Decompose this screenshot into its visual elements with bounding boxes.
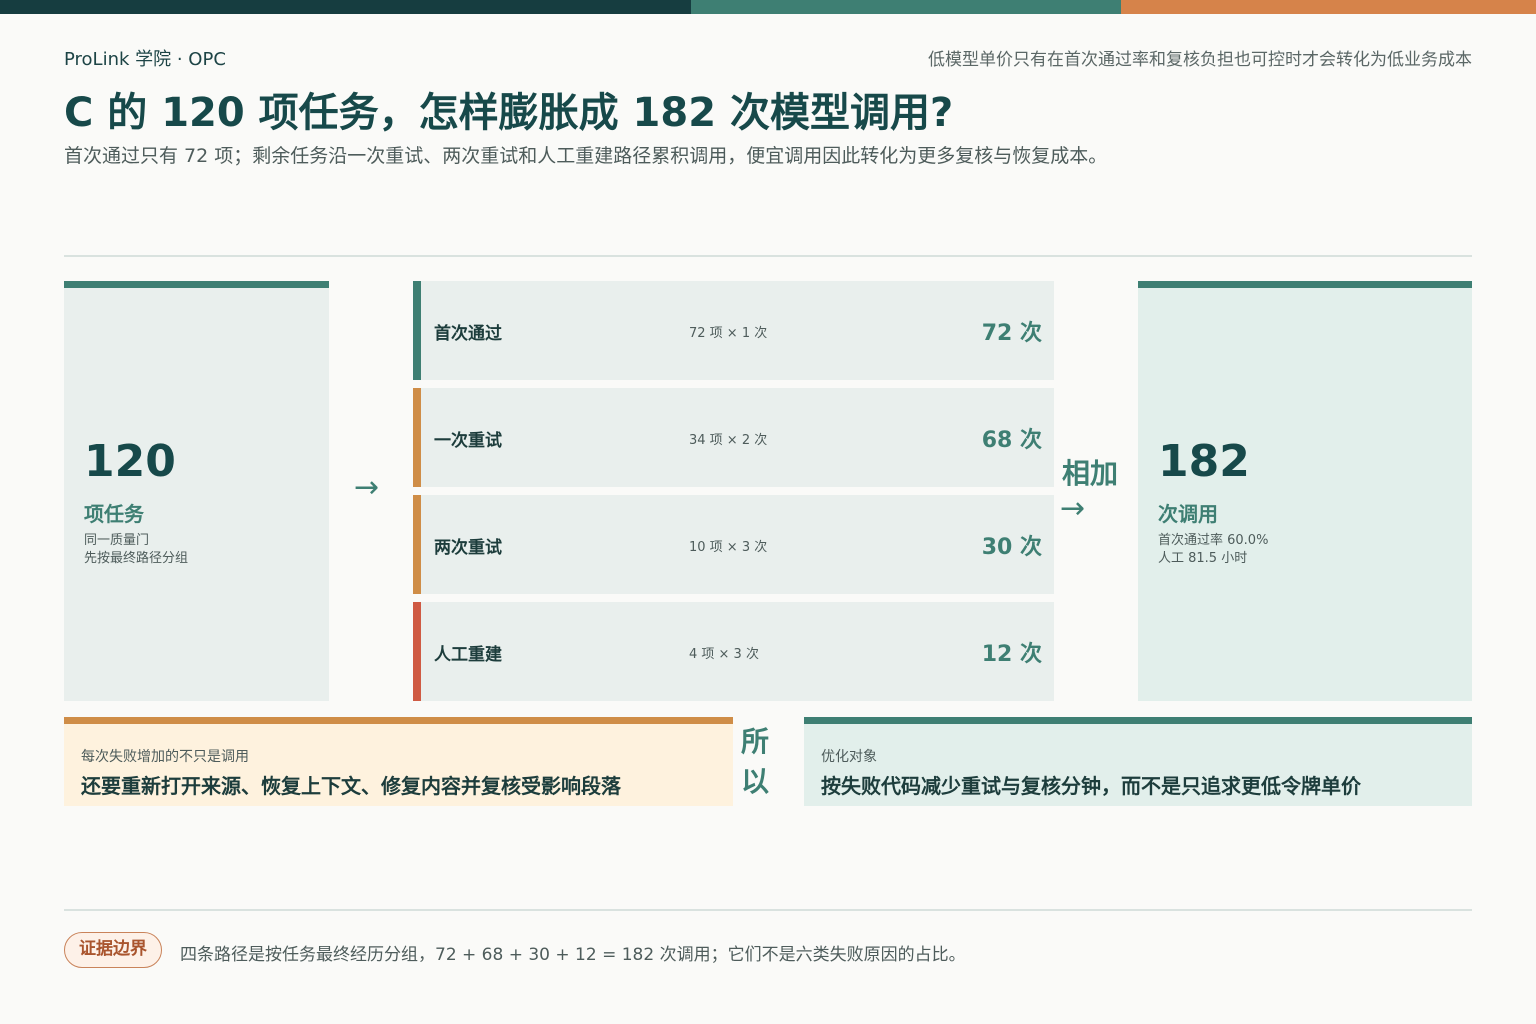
- path-color-bar: [413, 602, 421, 701]
- evidence-boundary-badge: 证据边界: [64, 932, 162, 968]
- page-title: C 的 120 项任务，怎样膨胀成 182 次模型调用?: [64, 90, 954, 136]
- path-color-bar: [413, 281, 421, 380]
- top-accent-bar: [0, 0, 1536, 14]
- output-calls-box: 182 次调用 首次通过率 60.0% 人工 81.5 小时: [1138, 281, 1472, 701]
- therefore-label: 所 以: [740, 722, 770, 802]
- input-note: 同一质量门 先按最终路径分组: [84, 532, 188, 568]
- path-row-two-retries: 两次重试 10 项 × 3 次 30 次: [413, 495, 1054, 594]
- failure-cost-callout: 每次失败增加的不只是调用 还要重新打开来源、恢复上下文、修复内容并复核受影响段落: [64, 717, 733, 806]
- input-unit: 项任务: [84, 502, 144, 526]
- sum-label: 相加: [1062, 457, 1119, 490]
- path-label: 首次通过: [434, 324, 502, 344]
- accent-segment-orange: [1121, 0, 1536, 14]
- tagline: 低模型单价只有在首次通过率和复核负担也可控时才会转化为低业务成本: [928, 50, 1472, 70]
- callout-message: 还要重新打开来源、恢复上下文、修复内容并复核受影响段落: [81, 774, 621, 798]
- path-label: 人工重建: [434, 645, 502, 665]
- callout-kicker: 优化对象: [821, 749, 877, 765]
- arrow-right-icon: →: [1060, 491, 1086, 526]
- path-label: 一次重试: [434, 431, 502, 451]
- path-formula: 34 项 × 2 次: [689, 433, 768, 448]
- brand-label: ProLink 学院 · OPC: [64, 49, 226, 70]
- output-note-line: 首次通过率 60.0%: [1158, 533, 1269, 548]
- path-color-bar: [413, 388, 421, 487]
- therefore-char: 以: [740, 765, 769, 798]
- input-note-line: 同一质量门: [84, 533, 150, 548]
- output-note-line: 人工 81.5 小时: [1158, 551, 1248, 566]
- accent-segment-teal: [691, 0, 1121, 14]
- input-count: 120: [84, 436, 176, 487]
- path-row-manual-rebuild: 人工重建 4 项 × 3 次 12 次: [413, 602, 1054, 701]
- path-formula: 10 项 × 3 次: [689, 540, 768, 555]
- optimization-target-callout: 优化对象 按失败代码减少重试与复核分钟，而不是只追求更低令牌单价: [804, 717, 1472, 806]
- output-count: 182: [1158, 436, 1250, 487]
- output-unit: 次调用: [1158, 502, 1218, 526]
- input-note-line: 先按最终路径分组: [84, 551, 189, 566]
- path-row-one-retry: 一次重试 34 项 × 2 次 68 次: [413, 388, 1054, 487]
- callout-kicker: 每次失败增加的不只是调用: [81, 749, 249, 765]
- output-note: 首次通过率 60.0% 人工 81.5 小时: [1158, 532, 1268, 568]
- path-formula: 72 项 × 1 次: [689, 326, 768, 341]
- path-label: 两次重试: [434, 538, 502, 558]
- path-formula: 4 项 × 3 次: [689, 647, 759, 662]
- arrow-right-icon: →: [354, 470, 380, 505]
- accent-segment-dark: [0, 0, 691, 14]
- divider-bottom: [64, 909, 1472, 911]
- page-subtitle: 首次通过只有 72 项；剩余任务沿一次重试、两次重试和人工重建路径累积调用，便宜…: [64, 145, 1108, 167]
- callout-message: 按失败代码减少重试与复核分钟，而不是只追求更低令牌单价: [821, 774, 1361, 798]
- path-value: 72 次: [981, 321, 1042, 346]
- path-value: 68 次: [981, 428, 1042, 453]
- divider-top: [64, 255, 1472, 257]
- path-row-first-pass: 首次通过 72 项 × 1 次 72 次: [413, 281, 1054, 380]
- path-value: 30 次: [981, 535, 1042, 560]
- footer-note: 四条路径是按任务最终经历分组，72 + 68 + 30 + 12 = 182 次…: [180, 945, 966, 965]
- input-tasks-box: 120 项任务 同一质量门 先按最终路径分组: [64, 281, 329, 701]
- path-value: 12 次: [981, 642, 1042, 667]
- therefore-char: 所: [740, 725, 769, 758]
- path-color-bar: [413, 495, 421, 594]
